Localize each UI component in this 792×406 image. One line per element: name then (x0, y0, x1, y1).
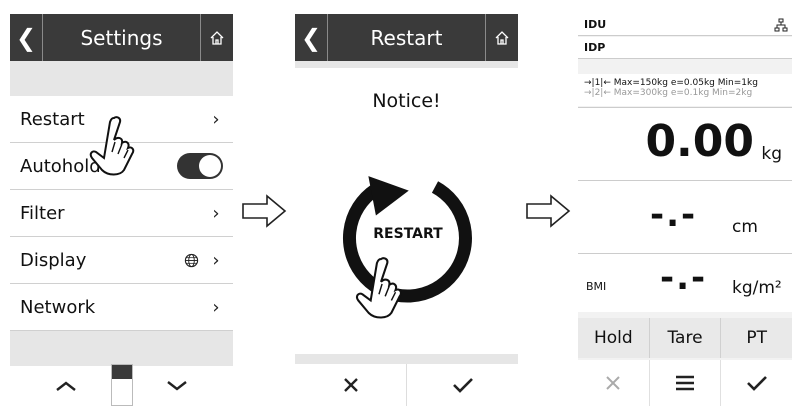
range-1: →|1|← Max=150kg e=0.05kg Min=1kg (584, 78, 758, 88)
settings-screen: ❮ Settings Restart › Autohold Filter › D… (10, 14, 233, 406)
height-display: -.- cm (578, 180, 792, 253)
menu-icon (676, 375, 694, 391)
settings-header: ❮ Settings (10, 14, 233, 61)
settings-item-label: Display (20, 249, 87, 271)
menu-button[interactable] (650, 360, 722, 406)
restart-label: RESTART (373, 226, 443, 242)
chevron-down-icon (167, 381, 187, 391)
x-icon (606, 376, 621, 390)
page-title: Restart (370, 25, 443, 50)
scrollbar-thumb[interactable] (112, 365, 132, 379)
weight-value: 0.00 (645, 116, 754, 167)
restart-screen: ❮ Restart Notice! RESTART (295, 14, 518, 406)
range-2: →|2|← Max=300kg e=0.1kg Min=2kg (584, 88, 753, 98)
back-button[interactable]: ❮ (10, 14, 43, 61)
settings-item-label: Filter (20, 202, 65, 224)
bmi-value: -.- (660, 258, 708, 298)
function-buttons: Hold Tare PT (578, 318, 792, 358)
height-value: -.- (650, 195, 698, 235)
confirm-button[interactable] (407, 364, 518, 406)
restart-footer (295, 364, 518, 406)
cancel-button[interactable] (295, 364, 407, 406)
network-icon (774, 18, 788, 32)
scale-screen: IDU IDP →|1|← Max=150kg e=0.05kg Min=1kg… (578, 14, 792, 406)
check-icon (452, 378, 473, 393)
range-info: →|1|← Max=150kg e=0.05kg Min=1kg →|2|← M… (578, 74, 792, 106)
chevron-left-icon: ❮ (300, 23, 322, 52)
chevron-right-icon: › (212, 249, 220, 271)
arrow-right-icon (242, 194, 287, 228)
home-icon (210, 30, 224, 45)
idu-row: IDU (578, 14, 792, 36)
scrollbar[interactable] (111, 364, 133, 406)
bmi-unit: kg/m² (732, 278, 782, 298)
chevron-right-icon: › (212, 296, 220, 318)
weight-display: 0.00 kg (578, 107, 792, 180)
confirm-button[interactable] (721, 360, 792, 406)
hand-pointer-icon (89, 116, 135, 176)
pt-button[interactable]: PT (721, 318, 792, 358)
tare-button[interactable]: Tare (650, 318, 722, 358)
arrow-right-icon (526, 194, 571, 228)
home-button[interactable] (200, 14, 233, 61)
back-button[interactable]: ❮ (295, 14, 328, 61)
settings-item-label: Network (20, 296, 96, 318)
x-icon (343, 378, 358, 392)
settings-item-display[interactable]: Display › (10, 237, 233, 284)
hand-pointer-icon (355, 257, 402, 319)
idu-label: IDU (584, 18, 607, 31)
bottom-buttons (578, 360, 792, 406)
check-icon (746, 376, 767, 391)
weight-unit: kg (761, 144, 782, 164)
globe-icon (184, 253, 199, 267)
autohold-toggle[interactable] (177, 153, 223, 179)
bmi-display: BMI -.- kg/m² (578, 253, 792, 312)
chevron-up-icon (56, 381, 76, 391)
scroll-down-button[interactable] (122, 366, 234, 406)
notice-text: Notice! (372, 90, 441, 112)
chevron-left-icon: ❮ (15, 23, 37, 52)
bmi-label: BMI (586, 280, 607, 293)
restart-header: ❮ Restart (295, 14, 518, 61)
clear-button[interactable] (578, 360, 650, 406)
home-button[interactable] (485, 14, 518, 61)
hold-button[interactable]: Hold (578, 318, 650, 358)
height-unit: cm (732, 217, 758, 237)
idp-row: IDP (578, 37, 792, 59)
home-icon (495, 30, 509, 45)
chevron-right-icon: › (212, 108, 220, 130)
chevron-right-icon: › (212, 202, 220, 224)
scroll-up-button[interactable] (10, 366, 122, 406)
settings-item-network[interactable]: Network › (10, 284, 233, 331)
page-title: Settings (80, 25, 163, 50)
toggle-knob (199, 155, 221, 177)
idp-label: IDP (584, 41, 606, 54)
settings-item-filter[interactable]: Filter › (10, 190, 233, 237)
